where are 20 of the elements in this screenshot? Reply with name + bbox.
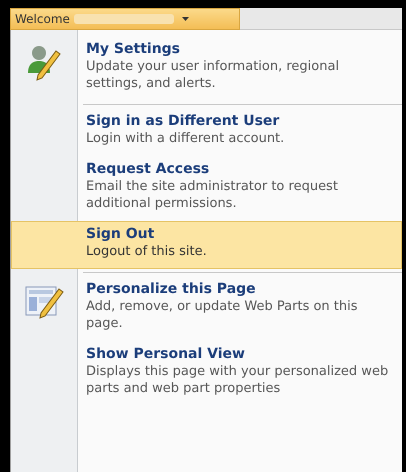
menu-item[interactable]: Sign Out Logout of this site.: [11, 221, 402, 269]
menu-item-description: Add, remove, or update Web Parts on this page.: [86, 298, 359, 332]
menu-item-description: Login with a different account.: [86, 130, 284, 147]
menu-item-description: Email the site administrator to request additional permissions.: [86, 178, 339, 212]
menu-item-title: Personalize this Page: [86, 281, 257, 298]
menu-item[interactable]: Show Personal View Displays this page with your personalized web parts and web part properties: [11, 341, 402, 406]
menu-item[interactable]: Personalize this Page Add, remove, or update Web Parts on this page.: [11, 276, 402, 341]
menu-item-title: Show Personal View: [86, 346, 246, 363]
menu-item-description: Logout of this site.: [86, 243, 207, 260]
menu-item-title: Request Access: [86, 161, 210, 178]
menu-item-description: Update your user information, regional settings, and alerts.: [86, 58, 340, 92]
menu-item-title: My Settings: [86, 41, 182, 58]
menu-item[interactable]: My Settings Update your user information, regional settings, and alerts.: [11, 36, 402, 101]
menu-item-title: Sign Out: [86, 226, 156, 243]
caret-icon: [182, 17, 189, 21]
menu-item[interactable]: Sign in as Different User Login with a different account.: [11, 108, 402, 156]
welcome-menu-button[interactable]: Welcome: [10, 8, 240, 30]
menu-item-title: Sign in as Different User: [86, 113, 280, 130]
menu-item-description: Displays this page with your personalized web parts and web part properties: [86, 363, 390, 397]
menu-item[interactable]: Request Access Email the site administrator to request additional permissions.: [11, 156, 402, 221]
